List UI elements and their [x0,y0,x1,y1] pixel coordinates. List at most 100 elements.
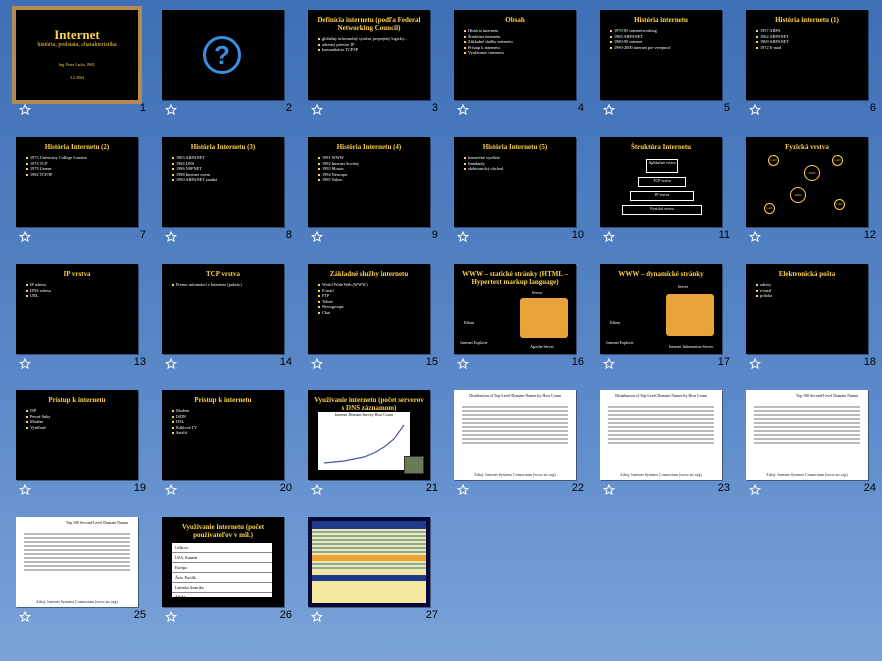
slide-transition-icon[interactable] [311,231,323,243]
slide-4[interactable]: Obsah História internetu Štruktúra inter… [454,10,576,100]
bullet: Chat [318,310,424,316]
slide-transition-icon[interactable] [603,104,615,116]
slide-thumbnail[interactable]: Elektronická pošta adresy e-mail príloha… [746,264,876,370]
slide-transition-icon[interactable] [749,484,761,496]
slide-transition-icon[interactable] [457,104,469,116]
slide-number: 13 [133,356,146,368]
slide-transition-icon[interactable] [165,611,177,623]
slide-thumbnail[interactable]: Využívanie internetu (počet serverov s D… [308,390,438,496]
slide-number: 12 [863,229,876,241]
slide-thumbnail[interactable]: Distribution of Top-Level Domain Names b… [454,390,584,496]
slide-thumbnail[interactable]: Základné služby internetu World Wide Web… [308,264,438,370]
slide-number: 15 [425,356,438,368]
slide-7[interactable]: História Internetu (2) 1973 University C… [16,137,138,227]
slide-transition-icon[interactable] [749,231,761,243]
chart-area: Internet Domain Survey Host Count [318,412,410,470]
slide-thumbnail[interactable]: Top 100 Second-Level Domain Names Zdroj:… [746,390,876,496]
slide-15[interactable]: Základné služby internetu World Wide Web… [308,264,430,354]
slide-22[interactable]: Distribution of Top-Level Domain Names b… [454,390,576,480]
bullet: 1995 Yahoo [318,177,424,183]
slide-thumbnail[interactable]: Využívanie internetu (počet používateľov… [162,517,292,623]
slide-thumbnail[interactable]: História Internetu (5) komerčné využitie… [454,137,584,243]
slide-thumbnail[interactable]: WWW – statické stránky (HTML – Hypertext… [454,264,584,370]
slide-transition-icon[interactable] [603,484,615,496]
slide-13[interactable]: IP vrstva IP adresa DNS adresa URL [16,264,138,354]
slide-3[interactable]: Definícia internetu (podľa Federal Netwo… [308,10,430,100]
slide-thumbnail[interactable]: Internet história, podstata, charakteris… [12,6,146,116]
slide-12[interactable]: Fyzická vrstva LAN WAN LAN WAN LAN LAN [746,137,868,227]
client-label: Klient [464,320,474,325]
slide-14[interactable]: TCP vrstva Prenos informácií v Internete… [162,264,284,354]
slide-transition-icon[interactable] [457,231,469,243]
slide-9[interactable]: História Internetu (4) 1991 WWW 1992 Int… [308,137,430,227]
slide-transition-icon[interactable] [311,358,323,370]
slide-thumbnail[interactable]: História internetu 1970-85 internetworki… [600,10,730,116]
slide-transition-icon[interactable] [603,358,615,370]
slide-thumbnail[interactable]: ? 2 [162,10,292,116]
slide-thumbnail[interactable]: História Internetu (3) 1983 ARPANET 1984… [162,137,292,243]
slide-transition-icon[interactable] [19,611,31,623]
slide-thumbnail[interactable]: História Internetu (2) 1973 University C… [16,137,146,243]
slide-thumbnail[interactable]: TCP vrstva Prenos informácií v Internete… [162,264,292,370]
slide-8[interactable]: História Internetu (3) 1983 ARPANET 1984… [162,137,284,227]
slide-title: Obsah [505,16,525,24]
bullet-list: História internetu Štruktúra internetu Z… [464,28,570,56]
slide-10[interactable]: História Internetu (5) komerčné využitie… [454,137,576,227]
slide-1[interactable]: Internet história, podstata, charakteris… [12,6,142,104]
slide-transition-icon[interactable] [165,358,177,370]
slide-transition-icon[interactable] [19,231,31,243]
slide-18[interactable]: Elektronická pošta adresy e-mail príloha [746,264,868,354]
slide-27[interactable] [308,517,430,607]
slide-transition-icon[interactable] [311,484,323,496]
slide-11[interactable]: Štruktúra Internetu Aplikačná vrstva TCP… [600,137,722,227]
server-label: Server [677,284,689,289]
slide-title: IP vrstva [63,270,91,278]
slide-5[interactable]: História internetu 1970-85 internetworki… [600,10,722,100]
slide-26[interactable]: Využívanie internetu (počet používateľov… [162,517,284,607]
slide-transition-icon[interactable] [19,484,31,496]
table-row: Latinská Amerika [172,583,272,593]
slide-23[interactable]: Distribution of Top-Level Domain Names b… [600,390,722,480]
slide-17[interactable]: WWW – dynamické stránky Klient Server In… [600,264,722,354]
slide-thumbnail[interactable]: Štruktúra Internetu Aplikačná vrstva TCP… [600,137,730,243]
slide-thumbnail[interactable]: Top 100 Second-Level Domain Names Zdroj:… [16,517,146,623]
slide-6[interactable]: História internetu (1) 1957 ARPA 1962 AR… [746,10,868,100]
slide-transition-icon[interactable] [19,104,31,116]
slide-transition-icon[interactable] [749,104,761,116]
slide-transition-icon[interactable] [603,231,615,243]
bullet-list: Prenos informácií v Internete (pakety) [172,282,278,288]
slide-thumbnail[interactable]: 27 [308,517,438,623]
slide-thumbnail[interactable]: Fyzická vrstva LAN WAN LAN WAN LAN LAN 1… [746,137,876,243]
slide-20[interactable]: Prístup k internetu Modem ISDN DSL Káblo… [162,390,284,480]
slide-25[interactable]: Top 100 Second-Level Domain Names Zdroj:… [16,517,138,607]
slide-thumbnail[interactable]: Definícia internetu (podľa Federal Netwo… [308,10,438,116]
slide-transition-icon[interactable] [749,358,761,370]
bullet: príloha [756,293,862,299]
slide-2[interactable]: ? [162,10,284,100]
slide-transition-icon[interactable] [311,104,323,116]
slide-transition-icon[interactable] [457,484,469,496]
server-box [666,294,714,336]
slide-thumbnail[interactable]: Distribution of Top-Level Domain Names b… [600,390,730,496]
slide-thumbnail[interactable]: WWW – dynamické stránky Klient Server In… [600,264,730,370]
slide-21[interactable]: Využívanie internetu (počet serverov s D… [308,390,430,480]
slide-number: 24 [863,482,876,494]
slide-24[interactable]: Top 100 Second-Level Domain Names Zdroj:… [746,390,868,480]
slide-transition-icon[interactable] [19,358,31,370]
slide-thumbnail[interactable]: IP vrstva IP adresa DNS adresa URL 13 [16,264,146,370]
bullet: 1972 E-mail [756,45,862,51]
slide-thumbnail[interactable]: Prístup k internetu Modem ISDN DSL Káblo… [162,390,292,496]
slide-thumbnail[interactable]: Obsah História internetu Štruktúra inter… [454,10,584,116]
slide-thumbnail[interactable]: Prístup k internetu ISP Pevné linky Mode… [16,390,146,496]
slide-thumbnail[interactable]: História Internetu (4) 1991 WWW 1992 Int… [308,137,438,243]
slide-transition-icon[interactable] [165,231,177,243]
slide-transition-icon[interactable] [457,358,469,370]
slide-transition-icon[interactable] [311,611,323,623]
slide-title: Základné služby internetu [329,270,409,278]
slide-transition-icon[interactable] [165,104,177,116]
slide-title: Distribution of Top-Level Domain Names b… [469,393,561,398]
slide-16[interactable]: WWW – statické stránky (HTML – Hypertext… [454,264,576,354]
slide-transition-icon[interactable] [165,484,177,496]
slide-thumbnail[interactable]: História internetu (1) 1957 ARPA 1962 AR… [746,10,876,116]
slide-19[interactable]: Prístup k internetu ISP Pevné linky Mode… [16,390,138,480]
